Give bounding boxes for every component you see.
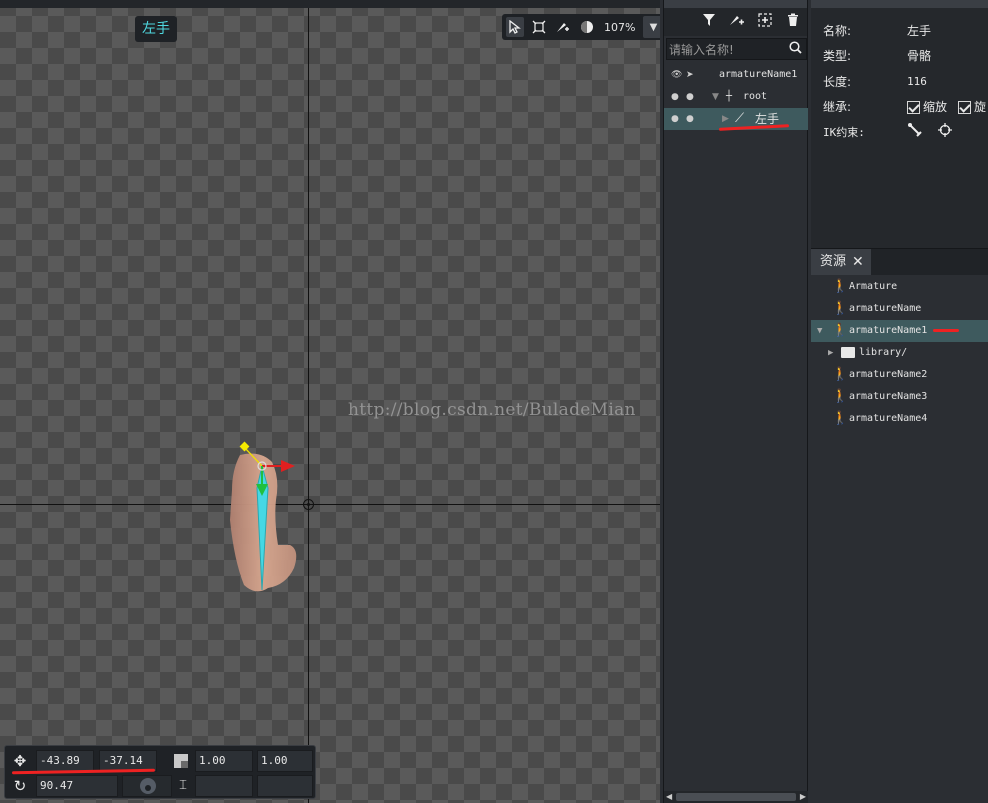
tree-item-root[interactable]: ● ● ▼ ┼ root (664, 86, 808, 108)
inherit-scale-label: 缩放 (923, 100, 948, 114)
resource-item-label: armatureName4 (849, 413, 928, 424)
checkbox-checked-icon (907, 101, 920, 114)
armature-figure-icon: 🚶 (832, 279, 849, 294)
resource-item-label: armatureName1 (849, 325, 928, 336)
scroll-left-icon[interactable]: ◀ (666, 791, 672, 803)
armature-figure-icon: 🚶 (832, 389, 849, 404)
resources-tab[interactable]: 资源 ✕ (811, 249, 871, 275)
type-label: 类型: (823, 49, 852, 63)
tree-item-armature[interactable]: 👁 ➤ armatureName1 (664, 64, 808, 86)
scrollbar-thumb[interactable] (676, 793, 796, 801)
scene-tree-tabbar (664, 0, 807, 8)
resource-item[interactable]: 🚶 armatureName (811, 298, 988, 320)
filter-icon[interactable] (701, 13, 717, 31)
ik-label: IK约束: (823, 126, 865, 139)
rotate-icon: ↻ (13, 777, 27, 795)
resource-item-selected[interactable]: ▼ 🚶 armatureName1 (811, 320, 988, 342)
scale-y-input[interactable]: 1.00 (257, 750, 313, 772)
properties-tabbar (811, 0, 988, 8)
skew-icon: ⌶ (179, 778, 187, 793)
annotation-underline (933, 329, 959, 332)
lock-dot-icon[interactable]: ● (686, 86, 694, 108)
tree-horizontal-scrollbar[interactable]: ◀ ▶ (664, 791, 808, 803)
delete-icon[interactable] (785, 13, 801, 31)
scroll-right-icon[interactable]: ▶ (800, 791, 806, 803)
resource-item-label: library/ (859, 347, 908, 358)
armature-figure-icon: 🚶 (832, 367, 849, 382)
visibility-dot-icon[interactable]: ● (671, 86, 679, 108)
resource-folder[interactable]: ▶ library/ (811, 342, 988, 364)
ik-target-icon[interactable] (937, 122, 953, 145)
skew-y-input[interactable] (257, 775, 313, 797)
tree-item-label: root (743, 91, 768, 102)
inherit-scale-checkbox[interactable]: 缩放 (907, 96, 947, 118)
lock-dot-icon[interactable]: ● (686, 108, 694, 130)
visibility-eye-icon[interactable]: 👁 (671, 64, 682, 86)
resource-item-label: armatureName (849, 303, 922, 314)
scene-tree-toolbar (664, 8, 807, 36)
move-icon: ✥ (13, 752, 27, 770)
bone-cross-icon: ┼ (726, 91, 733, 102)
resource-item[interactable]: 🚶 armatureName4 (811, 408, 988, 430)
checkbox-checked-icon (958, 101, 971, 114)
resource-item-label: armatureName2 (849, 369, 928, 380)
type-value: 骨骼 (907, 49, 932, 63)
scene-tree-panel: 👁 ➤ armatureName1 ● ● ▼ ┼ root ● ● ▶ ⟋ 左… (663, 0, 808, 803)
inherit-rotate-checkbox[interactable]: 旋 (958, 96, 986, 118)
ik-bone-icon[interactable] (907, 122, 923, 145)
lock-cursor-icon[interactable]: ➤ (686, 64, 694, 86)
resource-item[interactable]: 🚶 Armature (811, 276, 988, 298)
resource-item[interactable]: 🚶 armatureName3 (811, 386, 988, 408)
folder-icon (841, 347, 855, 358)
add-slot-icon[interactable] (757, 13, 773, 31)
close-icon[interactable]: ✕ (852, 249, 864, 275)
visibility-dot-icon[interactable]: ● (671, 108, 679, 130)
rotation-row: ↻ 90.47 ⌶ (5, 773, 317, 799)
collapse-arrow-icon[interactable]: ▶ (828, 342, 833, 364)
resource-item[interactable]: 🚶 armatureName2 (811, 364, 988, 386)
arm-sprite[interactable] (0, 0, 660, 803)
expand-arrow-icon[interactable]: ▼ (712, 86, 719, 108)
skew-x-input[interactable] (195, 775, 253, 797)
resources-panel: 资源 ✕ 🚶 Armature 🚶 armatureName ▼ 🚶 armat… (811, 248, 988, 803)
properties-panel: 名称: 左手 类型: 骨骼 长度: 116 继承: 缩放 旋 IK约束: (811, 0, 988, 248)
length-value[interactable]: 116 (907, 71, 927, 93)
armature-figure-icon: 🚶 (832, 301, 849, 316)
scene-tree-search-input[interactable] (667, 40, 783, 60)
resources-tab-label: 资源 (820, 254, 847, 269)
resource-item-label: Armature (849, 281, 898, 292)
viewport-canvas[interactable]: 左手 107% ▼ http://blog.csdn.net/BuladeMia… (0, 0, 660, 803)
scale-icon (174, 754, 188, 768)
name-value[interactable]: 左手 (907, 20, 931, 42)
resource-item-label: armatureName3 (849, 391, 928, 402)
editor-window: 左手 107% ▼ http://blog.csdn.net/BuladeMia… (0, 0, 988, 803)
scene-tree-search (666, 38, 807, 60)
inherit-label: 继承: (823, 100, 852, 114)
armature-figure-icon: 🚶 (832, 323, 849, 338)
rotation-dial[interactable] (122, 775, 172, 797)
add-bone-icon[interactable] (729, 13, 745, 31)
length-label: 长度: (823, 75, 852, 89)
scale-x-input[interactable]: 1.00 (195, 750, 253, 772)
name-label: 名称: (823, 24, 852, 38)
tree-item-label: armatureName1 (719, 69, 798, 80)
position-x-input[interactable]: -43.89 (36, 750, 94, 772)
rotation-input[interactable]: 90.47 (36, 775, 118, 797)
armature-figure-icon: 🚶 (832, 411, 849, 426)
search-icon[interactable] (789, 41, 802, 58)
expand-arrow-icon[interactable]: ▼ (817, 320, 822, 342)
inherit-rotate-label: 旋 (974, 100, 987, 114)
